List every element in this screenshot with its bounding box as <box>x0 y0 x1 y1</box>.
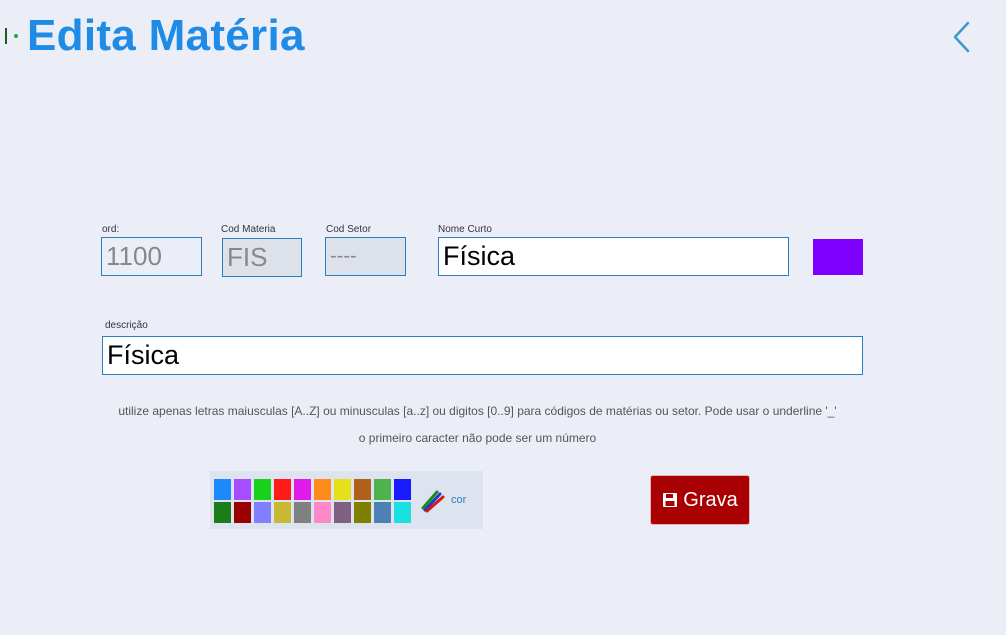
color-link[interactable]: cor <box>451 494 466 506</box>
palette-swatch[interactable] <box>334 502 351 523</box>
nome-curto-field[interactable] <box>438 237 789 276</box>
cod-setor-label: Cod Setor <box>326 224 372 235</box>
cod-materia-field[interactable] <box>222 238 302 277</box>
palette-swatch[interactable] <box>314 479 331 500</box>
selected-color-swatch[interactable] <box>813 239 863 275</box>
palette-swatch[interactable] <box>314 502 331 523</box>
chevron-left-icon <box>953 21 970 53</box>
save-button[interactable]: Grava <box>650 475 750 525</box>
save-button-label: Grava <box>683 488 738 511</box>
palette-swatch[interactable] <box>354 479 371 500</box>
palette-swatch[interactable] <box>394 479 411 500</box>
back-button[interactable] <box>948 18 976 58</box>
palette-swatch[interactable] <box>354 502 371 523</box>
palette-swatch[interactable] <box>294 502 311 523</box>
hint-first-char: o primeiro caracter não pode ser um núme… <box>358 431 597 445</box>
palette-swatch[interactable] <box>374 479 391 500</box>
floppy-disk-icon <box>663 493 678 507</box>
palette-swatch[interactable] <box>374 502 391 523</box>
palette-swatch[interactable] <box>214 479 231 500</box>
palette-swatch[interactable] <box>254 479 271 500</box>
descricao-label: descrição <box>105 320 148 331</box>
pencils-icon[interactable] <box>418 486 446 514</box>
palette-swatch[interactable] <box>254 502 271 523</box>
ord-field[interactable] <box>101 237 202 276</box>
palette-swatch[interactable] <box>234 479 251 500</box>
palette-swatch[interactable] <box>334 479 351 500</box>
cod-materia-label: Cod Materia <box>221 224 276 235</box>
palette-swatch[interactable] <box>274 502 291 523</box>
palette-swatch[interactable] <box>234 502 251 523</box>
palette-swatch[interactable] <box>394 502 411 523</box>
nome-curto-label: Nome Curto <box>438 224 492 235</box>
cod-setor-field[interactable] <box>325 237 406 276</box>
hint-codes: utilize apenas letras maiusculas [A..Z] … <box>118 404 837 418</box>
ord-label: ord: <box>102 224 120 235</box>
palette-swatch[interactable] <box>294 479 311 500</box>
palette-swatch[interactable] <box>274 479 291 500</box>
logo-icon <box>5 27 19 45</box>
descricao-field[interactable] <box>102 336 863 375</box>
page-title: Edita Matéria <box>27 11 305 60</box>
palette-swatch[interactable] <box>214 502 231 523</box>
